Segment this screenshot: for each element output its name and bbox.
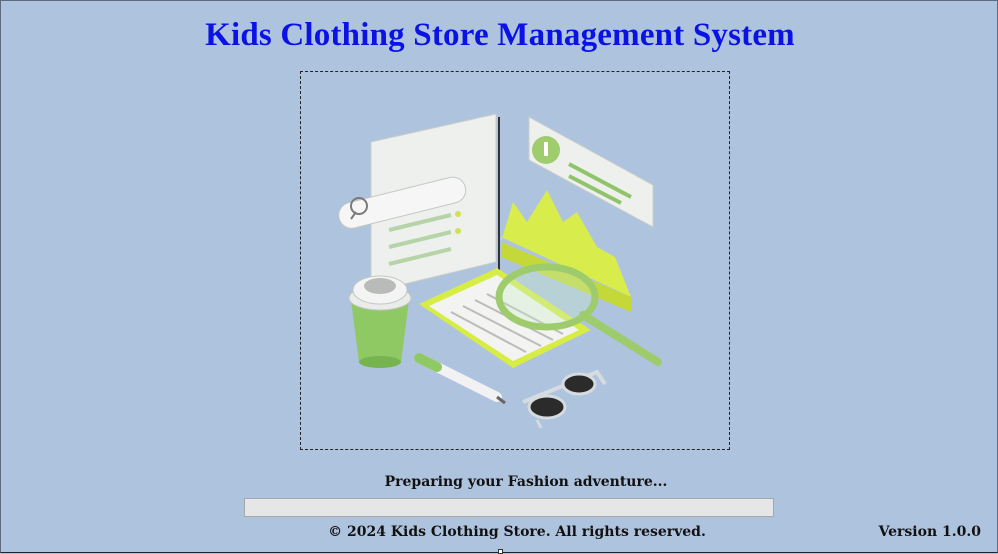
splash-window: Kids Clothing Store Management System Pr… xyxy=(0,0,998,554)
loading-progress-bar xyxy=(244,498,774,517)
report-panel-icon xyxy=(338,113,497,293)
app-title: Kids Clothing Store Management System xyxy=(205,17,795,53)
loading-status-text: Preparing your Fashion adventure... xyxy=(384,474,668,490)
resize-grip[interactable] xyxy=(498,549,503,554)
splash-image-frame xyxy=(300,71,730,450)
pen-icon xyxy=(414,353,506,405)
sunglasses-icon xyxy=(522,369,607,429)
copyright-text: © 2024 Kids Clothing Store. All rights r… xyxy=(328,524,706,540)
coffee-cup-icon xyxy=(348,275,412,368)
version-label: Version 1.0.0 xyxy=(878,524,981,540)
analytics-illustration-icon xyxy=(338,113,662,429)
